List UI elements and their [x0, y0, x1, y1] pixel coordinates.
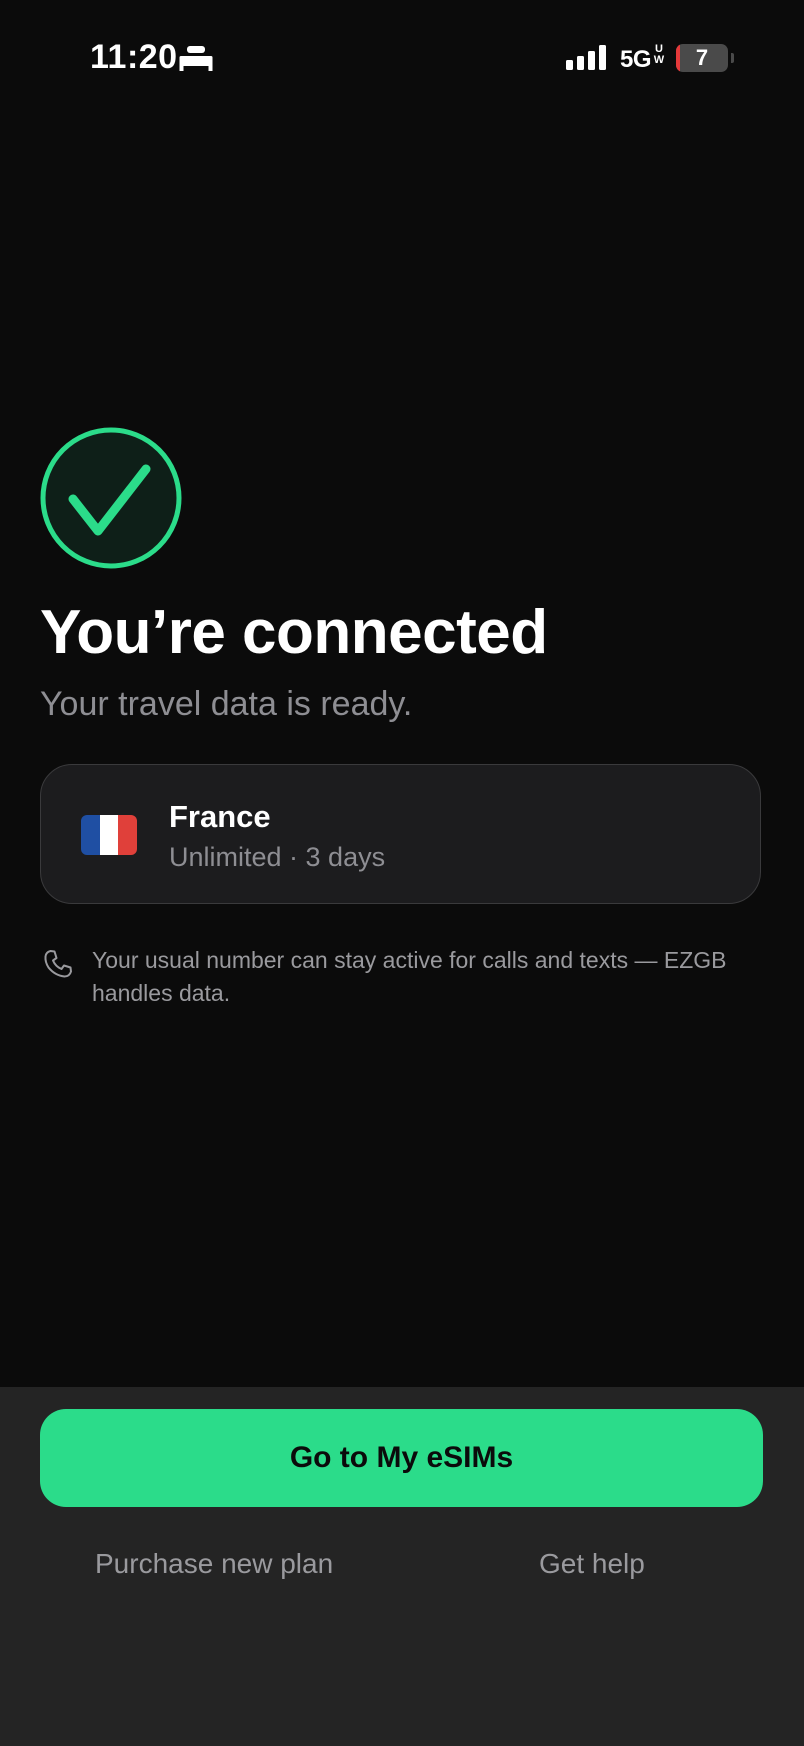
battery-indicator: 7	[676, 44, 728, 72]
network-label: 5G	[620, 46, 652, 73]
phone-icon	[44, 950, 72, 978]
cellular-signal-icon	[566, 45, 606, 70]
page-title: You’re connected	[40, 598, 548, 667]
checkmark-circle-icon	[40, 427, 182, 569]
bottom-actions: Go to My eSIMs Purchase new plan Get hel…	[0, 1387, 804, 1746]
purchase-new-plan-link[interactable]: Purchase new plan	[95, 1547, 333, 1581]
page-subtitle: Your travel data is ready.	[40, 685, 413, 723]
go-to-my-esims-button[interactable]: Go to My eSIMs	[40, 1409, 763, 1507]
get-help-link[interactable]: Get help	[539, 1547, 645, 1581]
battery-percentage: 7	[695, 45, 709, 70]
status-bar: 11:20 5G U W 7	[0, 0, 804, 120]
plan-card: France Unlimited · 3 days	[40, 764, 761, 904]
france-flag-icon	[81, 815, 137, 855]
plan-country: France	[169, 799, 271, 834]
status-time: 11:20	[90, 38, 178, 76]
plan-details: Unlimited · 3 days	[169, 842, 386, 872]
bed-icon	[179, 46, 213, 71]
info-text: Your usual number can stay active for ca…	[92, 947, 727, 1006]
battery-cap	[731, 53, 734, 63]
network-superscript: U W	[653, 43, 665, 66]
